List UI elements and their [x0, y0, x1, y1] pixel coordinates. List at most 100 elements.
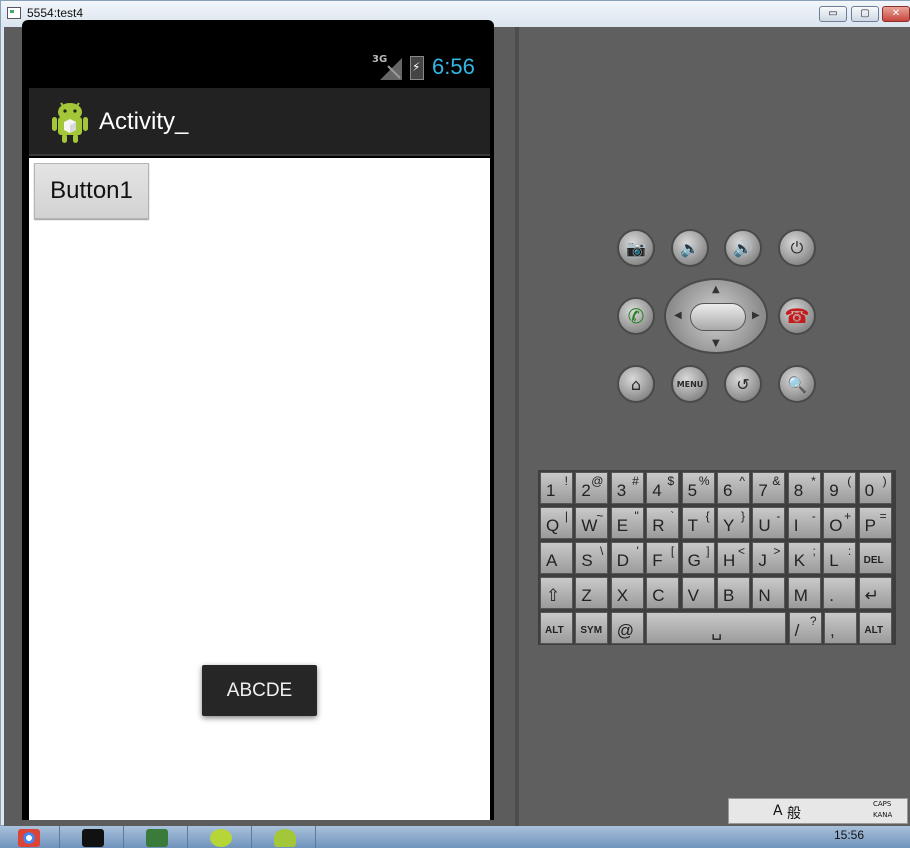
key-4-2[interactable]: @	[610, 612, 644, 644]
key-2-1[interactable]: S \	[575, 542, 609, 574]
phone-call-icon: ✆	[627, 304, 645, 328]
key-0-0[interactable]: 1!	[540, 472, 573, 504]
dpad-left-arrow-icon[interactable]: ◀	[674, 310, 682, 321]
key-main-label: F	[652, 551, 663, 570]
key-2-4[interactable]: G]	[681, 542, 715, 574]
key-2-0[interactable]: A	[540, 542, 573, 574]
search-icon: 🔍	[787, 374, 807, 394]
key-3-7[interactable]: M	[787, 577, 821, 609]
taskbar-android[interactable]	[256, 826, 316, 848]
key-3-9[interactable]: ↵	[858, 577, 892, 609]
dpad-right-arrow-icon[interactable]: ▶	[752, 310, 760, 321]
dpad-down-arrow-icon[interactable]: ▼	[712, 338, 720, 349]
key-0-4[interactable]: 5%	[681, 472, 715, 504]
key-main-label: B	[723, 586, 735, 605]
key-0-3[interactable]: 4 $	[646, 472, 680, 504]
dpad[interactable]: ▲ ▼ ◀ ▶	[664, 278, 768, 354]
key-main-label: Z	[581, 586, 592, 605]
key-shift-label: `	[670, 509, 675, 523]
key-2-9[interactable]: DEL	[858, 542, 892, 574]
back-button[interactable]: ↺	[724, 365, 762, 403]
key-shift-label: ;	[812, 544, 816, 558]
taskbar-eclipse[interactable]	[192, 826, 252, 848]
taskbar-cmd[interactable]	[64, 826, 124, 848]
key-1-4[interactable]: T{	[681, 507, 715, 539]
back-icon: ↺	[736, 374, 750, 394]
taskbar: 15:56	[0, 826, 910, 848]
key-main-label: R	[652, 516, 665, 535]
key-4-3[interactable]: ␣	[646, 612, 787, 644]
activity-content: Button1 ABCDE	[29, 158, 490, 820]
power-button[interactable]: ⏻	[778, 229, 816, 267]
key-0-8[interactable]: 9(	[823, 472, 857, 504]
key-1-6[interactable]: U-	[752, 507, 786, 539]
key-1-0[interactable]: Q |	[540, 507, 573, 539]
key-1-8[interactable]: O +	[823, 507, 857, 539]
key-4-6[interactable]: ALT	[859, 612, 893, 644]
menu-button[interactable]: MENU	[671, 365, 709, 403]
key-0-5[interactable]: 6 ^	[717, 472, 750, 504]
status-bar: 3G 6:56	[26, 50, 490, 88]
home-button[interactable]: ⌂	[617, 365, 655, 403]
key-4-4[interactable]: /?	[788, 612, 822, 644]
key-3-0[interactable]: ⇧	[540, 577, 573, 609]
key-1-2[interactable]: E "	[610, 507, 644, 539]
maximize-button[interactable]: ▢	[851, 6, 879, 22]
key-1-1[interactable]: W ~	[575, 507, 609, 539]
key-1-3[interactable]: R `	[646, 507, 680, 539]
close-button[interactable]: ✕	[882, 6, 910, 22]
key-3-5[interactable]: B	[717, 577, 750, 609]
key-main-label: G	[687, 551, 701, 570]
key-0-1[interactable]: 2 @	[575, 472, 609, 504]
button1[interactable]: Button1	[34, 163, 149, 219]
key-3-6[interactable]: N	[752, 577, 786, 609]
key-2-2[interactable]: D '	[610, 542, 644, 574]
chrome-icon	[18, 829, 40, 847]
camera-button[interactable]: 📷	[617, 229, 655, 267]
key-main-label: E	[616, 516, 629, 535]
android-app-icon	[52, 102, 88, 143]
key-2-7[interactable]: K;	[787, 542, 821, 574]
ime-kana: KANA	[873, 811, 893, 819]
key-3-2[interactable]: X	[610, 577, 644, 609]
ime-mode-kanji[interactable]: 般	[787, 803, 801, 823]
volume-up-button[interactable]: 🔊	[724, 229, 762, 267]
search-button[interactable]: 🔍	[778, 365, 816, 403]
key-3-4[interactable]: V	[681, 577, 715, 609]
key-1-7[interactable]: I-	[787, 507, 821, 539]
key-3-1[interactable]: Z	[575, 577, 609, 609]
key-4-0[interactable]: ALT	[540, 612, 573, 644]
minimize-button[interactable]: ▭	[819, 6, 847, 22]
key-2-8[interactable]: L:	[823, 542, 857, 574]
key-3-3[interactable]: C	[646, 577, 680, 609]
key-2-3[interactable]: F[	[646, 542, 680, 574]
key-4-1[interactable]: SYM	[575, 612, 609, 644]
key-shift-label: (	[847, 474, 852, 488]
key-1-5[interactable]: Y}	[717, 507, 750, 539]
key-0-9[interactable]: 0)	[858, 472, 892, 504]
key-4-5[interactable]: ,	[824, 612, 857, 644]
ime-toolbar[interactable]: A 般 CAPS KANA	[728, 798, 908, 824]
ime-mode-a[interactable]: A	[773, 803, 783, 819]
key-2-6[interactable]: J >	[752, 542, 786, 574]
key-0-6[interactable]: 7 &	[752, 472, 786, 504]
key-2-5[interactable]: H <	[717, 542, 750, 574]
taskbar-chrome[interactable]	[0, 826, 60, 848]
key-0-7[interactable]: 8 *	[787, 472, 821, 504]
key-main-label: 6	[723, 481, 733, 500]
volume-down-button[interactable]: 🔈	[671, 229, 709, 267]
dpad-center-button[interactable]	[690, 303, 746, 331]
dpad-up-arrow-icon[interactable]: ▲	[712, 284, 720, 295]
taskbar-ddms[interactable]	[128, 826, 188, 848]
key-3-8[interactable]: .	[823, 577, 857, 609]
call-button[interactable]: ✆	[617, 297, 655, 335]
key-main-label: U	[758, 516, 771, 535]
key-shift-label: ?	[809, 614, 817, 628]
key-shift-label: =	[879, 509, 887, 523]
key-main-label: ,	[830, 621, 835, 640]
end-call-button[interactable]: ☎	[778, 297, 816, 335]
key-shift-label: \	[600, 544, 604, 558]
key-0-2[interactable]: 3 #	[610, 472, 644, 504]
key-main-label: 7	[758, 481, 768, 500]
key-1-9[interactable]: P =	[858, 507, 892, 539]
